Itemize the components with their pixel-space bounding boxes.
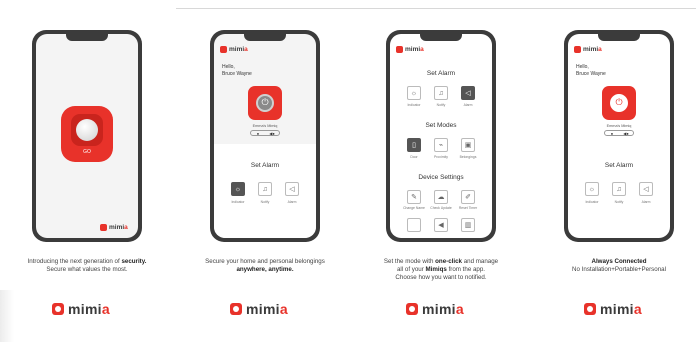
screen-logo: mimia: [100, 224, 128, 231]
section-title: Set Alarm: [604, 162, 634, 169]
alarm-label: Notify: [614, 200, 624, 204]
bell-icon[interactable]: ♫: [434, 86, 448, 100]
indicator-icon[interactable]: ☼: [585, 182, 599, 196]
alarm-label: Indicator: [231, 200, 245, 204]
panel-intro: GO mimia Introducing the next generation…: [22, 30, 152, 342]
greeting: Hello, Bruce Wayne: [222, 64, 252, 77]
alarm-label: Notify: [260, 200, 270, 204]
section-title: Set Alarm: [250, 162, 280, 169]
logo-icon: [584, 303, 596, 315]
phone-screen: mimia Hello, Bruce Wayne Emma's Mimiq ●◀…: [214, 34, 316, 238]
setting-label: Check Update: [430, 206, 452, 210]
mode-label: Proximity: [434, 155, 448, 159]
alarm-panel: Set Alarm ☼ ♫ ◁ Indicator Notify Alarm: [214, 144, 316, 238]
brand-logo: mimia: [230, 301, 310, 317]
indicator-icon[interactable]: ☼: [407, 86, 421, 100]
logo-icon: [406, 303, 418, 315]
phone-notch: [420, 34, 462, 41]
screen-logo: mimia: [574, 46, 602, 53]
phone-frame: mimia Hello, Bruce Wayne Emma's Mimiq ●◀…: [210, 30, 320, 242]
panel-connected: mimia Hello, Bruce Wayne Emma's Mimiq ●◀…: [554, 30, 684, 342]
screen-logo: mimia: [220, 46, 248, 53]
logo-icon: [230, 303, 242, 315]
edge-shadow: [0, 290, 14, 342]
power-button[interactable]: [248, 86, 282, 120]
pen-icon[interactable]: ✐: [461, 190, 475, 204]
volume-icon[interactable]: ◀: [434, 218, 448, 232]
power-button[interactable]: [602, 86, 636, 120]
brand-logo: mimia: [584, 301, 664, 317]
section-title: Set Modes: [425, 122, 457, 129]
mode-label: Door: [410, 155, 418, 159]
proximity-icon[interactable]: ⌁: [434, 138, 448, 152]
phone-frame: mimia Set Alarm ☼ ♫ ◁ Indicator Notify A…: [386, 30, 496, 242]
device-name: Emma's Mimiq: [606, 124, 632, 128]
alarm-label: Alarm: [463, 103, 473, 107]
greeting: Hello, Bruce Wayne: [576, 64, 606, 77]
speaker-icon[interactable]: ◁: [285, 182, 299, 196]
mode-label: Belongings: [459, 155, 477, 159]
section-title: Set Alarm: [426, 70, 456, 77]
logo-icon: [574, 46, 581, 53]
phone-frame: GO mimia: [32, 30, 142, 242]
panel-home: mimia Hello, Bruce Wayne Emma's Mimiq ●◀…: [200, 30, 330, 342]
alarm-label: Notify: [436, 103, 446, 107]
screen-logo: mimia: [396, 46, 424, 53]
phone-frame: mimia Hello, Bruce Wayne Emma's Mimiq ●◀…: [564, 30, 674, 242]
setting-label: Reset Timer: [458, 206, 478, 210]
mode-toggle[interactable]: ● ◀●: [604, 130, 634, 136]
phone-notch: [598, 34, 640, 41]
door-icon[interactable]: ▯: [407, 138, 421, 152]
indicator-icon[interactable]: ☼: [231, 182, 245, 196]
phone-screen: mimia Set Alarm ☼ ♫ ◁ Indicator Notify A…: [390, 34, 492, 238]
speaker-icon[interactable]: ◁: [639, 182, 653, 196]
device-name: Emma's Mimiq: [252, 124, 278, 128]
alarm-label: Alarm: [641, 200, 651, 204]
bell-icon[interactable]: ♫: [258, 182, 272, 196]
blank-tile[interactable]: [407, 218, 421, 232]
brand-logo: mimia: [406, 301, 486, 317]
mimiq-go-device: GO: [61, 106, 113, 162]
phone-notch: [244, 34, 286, 41]
caption-home: Secure your home and personal belongings…: [205, 258, 325, 273]
speaker-icon[interactable]: ◁: [461, 86, 475, 100]
cloud-icon[interactable]: ☁: [434, 190, 448, 204]
alarm-label: Alarm: [287, 200, 297, 204]
section-title: Device Settings: [418, 174, 464, 181]
logo-icon: [100, 224, 107, 231]
alarm-label: Indicator: [585, 200, 599, 204]
setting-label: Change Name: [403, 206, 425, 210]
mode-toggle[interactable]: ● ◀●: [250, 130, 280, 136]
edit-icon[interactable]: ✎: [407, 190, 421, 204]
phone-notch: [66, 34, 108, 41]
top-divider: [176, 8, 696, 9]
panel-settings: mimia Set Alarm ☼ ♫ ◁ Indicator Notify A…: [376, 30, 506, 342]
sensor-ball: [76, 119, 98, 141]
logo-icon: [220, 46, 227, 53]
caption-intro: Introducing the next generation of secur…: [27, 258, 147, 273]
brand-logo: mimia: [52, 301, 132, 317]
caption-connected: Always Connected No Installation+Portabl…: [572, 258, 666, 273]
phone-screen: GO mimia: [36, 34, 138, 238]
device-label: GO: [83, 149, 91, 155]
alarm-label: Indicator: [407, 103, 421, 107]
trash-icon[interactable]: ▥: [461, 218, 475, 232]
bell-icon[interactable]: ♫: [612, 182, 626, 196]
logo-icon: [396, 46, 403, 53]
belongings-icon[interactable]: ▣: [461, 138, 475, 152]
caption-settings: Set the mode with one-click and manage a…: [383, 258, 499, 281]
phone-screen: mimia Hello, Bruce Wayne Emma's Mimiq ●◀…: [568, 34, 670, 238]
logo-icon: [52, 303, 64, 315]
